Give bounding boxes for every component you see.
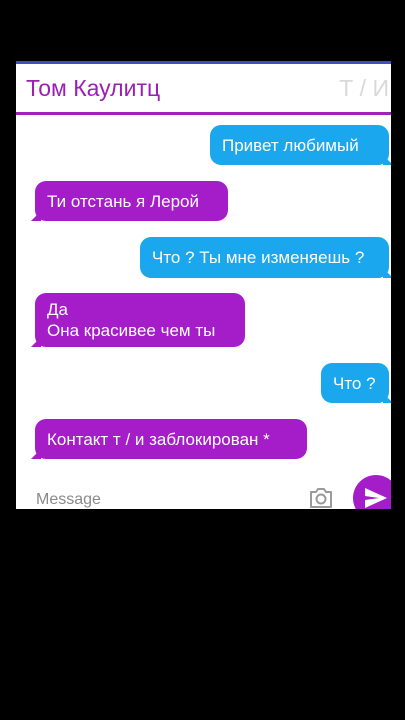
composer-bar — [16, 473, 391, 509]
message-bubble-incoming[interactable]: Контакт т / и заблокирован * — [35, 419, 307, 459]
message-bubble-outgoing[interactable]: Что ? Ты мне изменяешь ? — [140, 237, 389, 278]
message-text: Что ? Ты мне изменяешь ? — [152, 248, 365, 267]
message-text: Она красивее чем ты — [47, 321, 216, 340]
message-text: Да — [47, 300, 68, 319]
message-bubble-incoming[interactable]: Ти отстань я Лерой — [35, 181, 228, 221]
message-bubble-outgoing[interactable]: Привет любимый — [210, 125, 389, 165]
message-input[interactable] — [36, 491, 286, 509]
message-text: Ти отстань я Лерой — [47, 191, 199, 211]
chat-header: Том Каулитц Т / И — [16, 64, 391, 115]
message-bubble-outgoing[interactable]: Что ? — [321, 363, 389, 403]
send-icon — [365, 488, 387, 508]
message-text: Контакт т / и заблокирован * — [47, 429, 270, 449]
message-bubble-incoming[interactable]: Да Она красивее чем ты — [35, 293, 245, 347]
contact-name[interactable]: Том Каулитц — [26, 75, 160, 102]
send-button[interactable] — [353, 475, 391, 509]
message-text: Привет любимый — [222, 135, 359, 155]
chat-screen: Том Каулитц Т / И Привет любимый Ти отст… — [16, 61, 391, 509]
message-text: Что ? — [333, 373, 376, 393]
camera-icon[interactable] — [308, 486, 334, 509]
header-initials: Т / И — [339, 75, 389, 101]
